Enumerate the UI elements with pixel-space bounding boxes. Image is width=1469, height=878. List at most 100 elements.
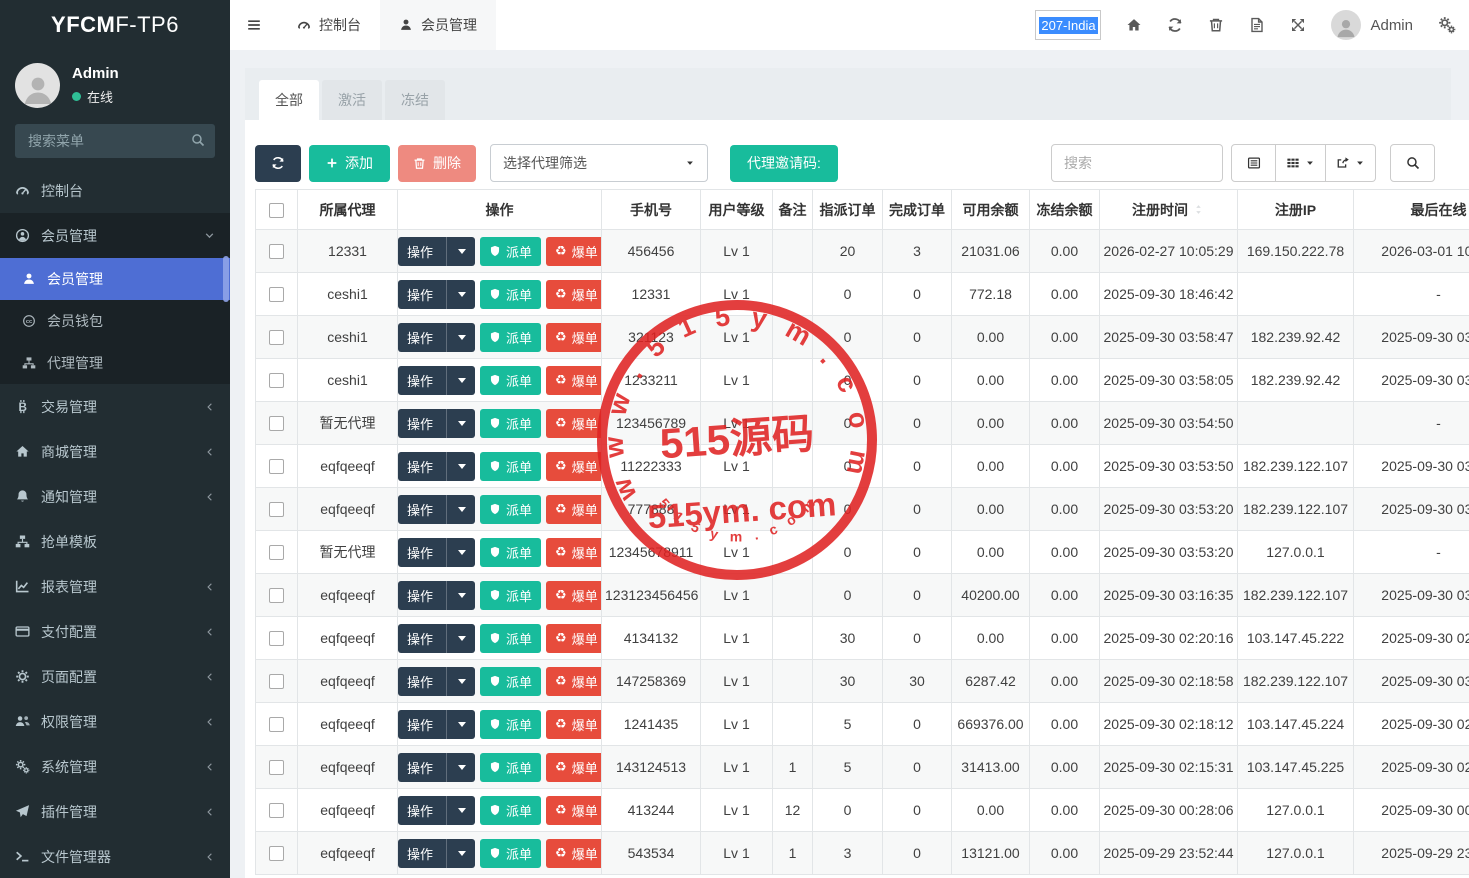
tab-frozen[interactable]: 冻结 — [385, 80, 445, 120]
row-checkbox[interactable] — [269, 330, 284, 345]
delete-button[interactable]: 删除 — [398, 145, 476, 182]
burst-button[interactable]: ♻爆单 — [546, 753, 601, 782]
tab-active[interactable]: 激活 — [322, 80, 382, 120]
refresh-icon[interactable] — [1167, 17, 1183, 33]
tab-all[interactable]: 全部 — [259, 80, 319, 120]
sidebar-item-10[interactable]: 系统管理 — [0, 744, 230, 789]
refresh-button[interactable] — [255, 145, 301, 182]
dispatch-button[interactable]: 派单 — [480, 237, 541, 266]
nav-tab-dashboard[interactable]: 控制台 — [278, 0, 380, 50]
operate-button[interactable]: 操作 — [398, 280, 475, 309]
sidebar-subitem-1-1[interactable]: cc 会员钱包 — [0, 300, 230, 342]
burst-button[interactable]: ♻爆单 — [546, 538, 601, 567]
operate-button[interactable]: 操作 — [398, 237, 475, 266]
operate-button[interactable]: 操作 — [398, 409, 475, 438]
operate-button[interactable]: 操作 — [398, 839, 475, 868]
sidebar-item-8[interactable]: 页面配置 — [0, 654, 230, 699]
sidebar-subitem-1-2[interactable]: 代理管理 — [0, 342, 230, 384]
operate-button[interactable]: 操作 — [398, 624, 475, 653]
search-button[interactable] — [1390, 144, 1435, 182]
row-checkbox[interactable] — [269, 502, 284, 517]
clear-cache-icon[interactable] — [1249, 17, 1265, 33]
column-header-9[interactable]: 注册时间 — [1100, 190, 1238, 230]
sidebar-item-9[interactable]: 权限管理 — [0, 699, 230, 744]
select-all-checkbox[interactable] — [269, 203, 284, 218]
operate-button[interactable]: 操作 — [398, 753, 475, 782]
dispatch-button[interactable]: 派单 — [480, 538, 541, 567]
sidebar-toggle-button[interactable] — [230, 0, 278, 50]
row-checkbox[interactable] — [269, 244, 284, 259]
row-checkbox[interactable] — [269, 459, 284, 474]
dispatch-button[interactable]: 派单 — [480, 796, 541, 825]
sidebar-item-4[interactable]: 通知管理 — [0, 474, 230, 519]
sidebar-item-11[interactable]: 插件管理 — [0, 789, 230, 834]
sidebar-subitem-1-0[interactable]: 会员管理 — [0, 258, 230, 300]
operate-button[interactable]: 操作 — [398, 667, 475, 696]
burst-button[interactable]: ♻爆单 — [546, 495, 601, 524]
fullscreen-icon[interactable] — [1290, 17, 1306, 33]
table-search-input[interactable] — [1051, 144, 1223, 182]
detail-view-button[interactable] — [1231, 144, 1276, 182]
row-checkbox[interactable] — [269, 717, 284, 732]
row-checkbox[interactable] — [269, 416, 284, 431]
dispatch-button[interactable]: 派单 — [480, 839, 541, 868]
burst-button[interactable]: ♻爆单 — [546, 796, 601, 825]
burst-button[interactable]: ♻爆单 — [546, 624, 601, 653]
sidebar-item-7[interactable]: 支付配置 — [0, 609, 230, 654]
row-checkbox[interactable] — [269, 631, 284, 646]
invite-code-button[interactable]: 代理邀请码: — [730, 145, 838, 182]
burst-button[interactable]: ♻爆单 — [546, 366, 601, 395]
operate-button[interactable]: 操作 — [398, 581, 475, 610]
dispatch-button[interactable]: 派单 — [480, 667, 541, 696]
burst-button[interactable]: ♻爆单 — [546, 409, 601, 438]
operate-button[interactable]: 操作 — [398, 538, 475, 567]
operate-button[interactable]: 操作 — [398, 323, 475, 352]
export-button[interactable] — [1326, 144, 1376, 182]
sidebar-item-3[interactable]: 商城管理 — [0, 429, 230, 474]
dispatch-button[interactable]: 派单 — [480, 495, 541, 524]
dispatch-button[interactable]: 派单 — [480, 624, 541, 653]
columns-button[interactable] — [1276, 144, 1326, 182]
search-icon[interactable] — [191, 133, 205, 147]
sidebar-scrollbar[interactable] — [223, 256, 229, 302]
dispatch-button[interactable]: 派单 — [480, 452, 541, 481]
dispatch-button[interactable]: 派单 — [480, 280, 541, 309]
dispatch-button[interactable]: 派单 — [480, 710, 541, 739]
sidebar-search-input[interactable] — [15, 124, 215, 158]
sidebar-item-12[interactable]: 文件管理器 — [0, 834, 230, 878]
row-checkbox[interactable] — [269, 287, 284, 302]
burst-button[interactable]: ♻爆单 — [546, 452, 601, 481]
operate-button[interactable]: 操作 — [398, 495, 475, 524]
row-checkbox[interactable] — [269, 545, 284, 560]
burst-button[interactable]: ♻爆单 — [546, 323, 601, 352]
operate-button[interactable]: 操作 — [398, 710, 475, 739]
sidebar-item-0[interactable]: 控制台 — [0, 168, 230, 213]
dispatch-button[interactable]: 派单 — [480, 753, 541, 782]
row-checkbox[interactable] — [269, 846, 284, 861]
agent-filter-select[interactable]: 选择代理筛选 — [490, 144, 708, 182]
burst-button[interactable]: ♻爆单 — [546, 839, 601, 868]
sidebar-item-6[interactable]: 报表管理 — [0, 564, 230, 609]
home-icon[interactable] — [1126, 17, 1142, 33]
row-checkbox[interactable] — [269, 674, 284, 689]
burst-button[interactable]: ♻爆单 — [546, 667, 601, 696]
sidebar-item-1[interactable]: 会员管理 — [0, 213, 230, 258]
dispatch-button[interactable]: 派单 — [480, 409, 541, 438]
dispatch-button[interactable]: 派单 — [480, 323, 541, 352]
sidebar-item-2[interactable]: B 交易管理 — [0, 384, 230, 429]
site-name-input[interactable]: 207-India — [1035, 10, 1101, 40]
burst-button[interactable]: ♻爆单 — [546, 710, 601, 739]
dispatch-button[interactable]: 派单 — [480, 581, 541, 610]
dispatch-button[interactable]: 派单 — [480, 366, 541, 395]
operate-button[interactable]: 操作 — [398, 452, 475, 481]
nav-tab-members[interactable]: 会员管理 — [380, 0, 496, 50]
burst-button[interactable]: ♻爆单 — [546, 237, 601, 266]
operate-button[interactable]: 操作 — [398, 796, 475, 825]
settings-gears-icon[interactable] — [1438, 16, 1456, 34]
row-checkbox[interactable] — [269, 760, 284, 775]
row-checkbox[interactable] — [269, 803, 284, 818]
row-checkbox[interactable] — [269, 588, 284, 603]
sidebar-item-5[interactable]: 抢单模板 — [0, 519, 230, 564]
burst-button[interactable]: ♻爆单 — [546, 280, 601, 309]
row-checkbox[interactable] — [269, 373, 284, 388]
